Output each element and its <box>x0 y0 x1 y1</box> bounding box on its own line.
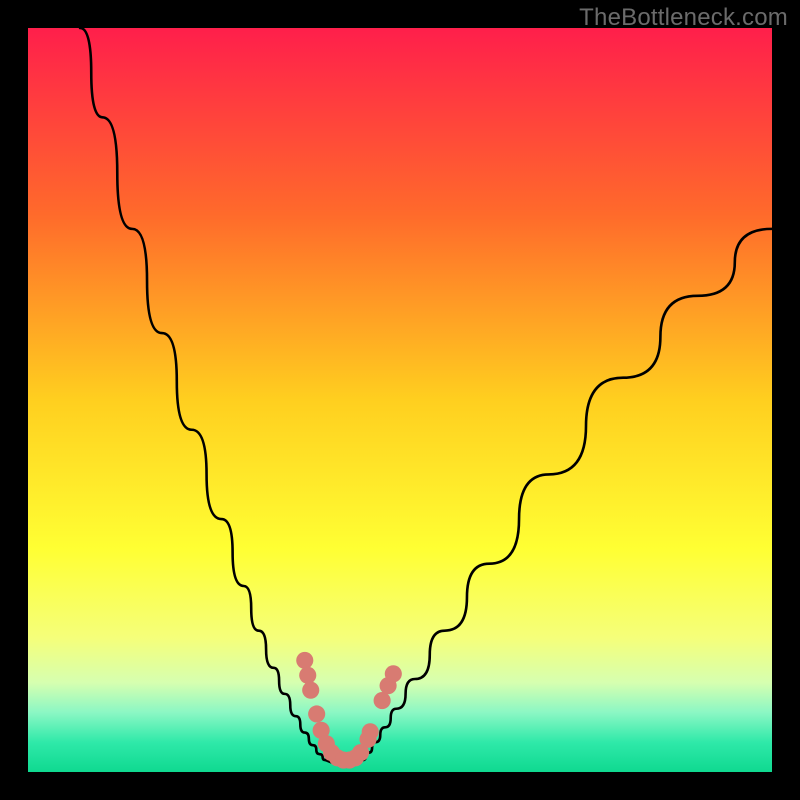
marker-dot <box>302 682 319 699</box>
plot-background <box>28 28 772 772</box>
watermark-text: TheBottleneck.com <box>579 4 788 32</box>
bottleneck-plot <box>28 28 772 772</box>
marker-dot <box>385 665 402 682</box>
marker-dot <box>362 723 379 740</box>
marker-dot <box>374 692 391 709</box>
marker-dot <box>299 667 316 684</box>
marker-dot <box>296 652 313 669</box>
chart-frame: TheBottleneck.com <box>0 0 800 800</box>
marker-dot <box>308 705 325 722</box>
